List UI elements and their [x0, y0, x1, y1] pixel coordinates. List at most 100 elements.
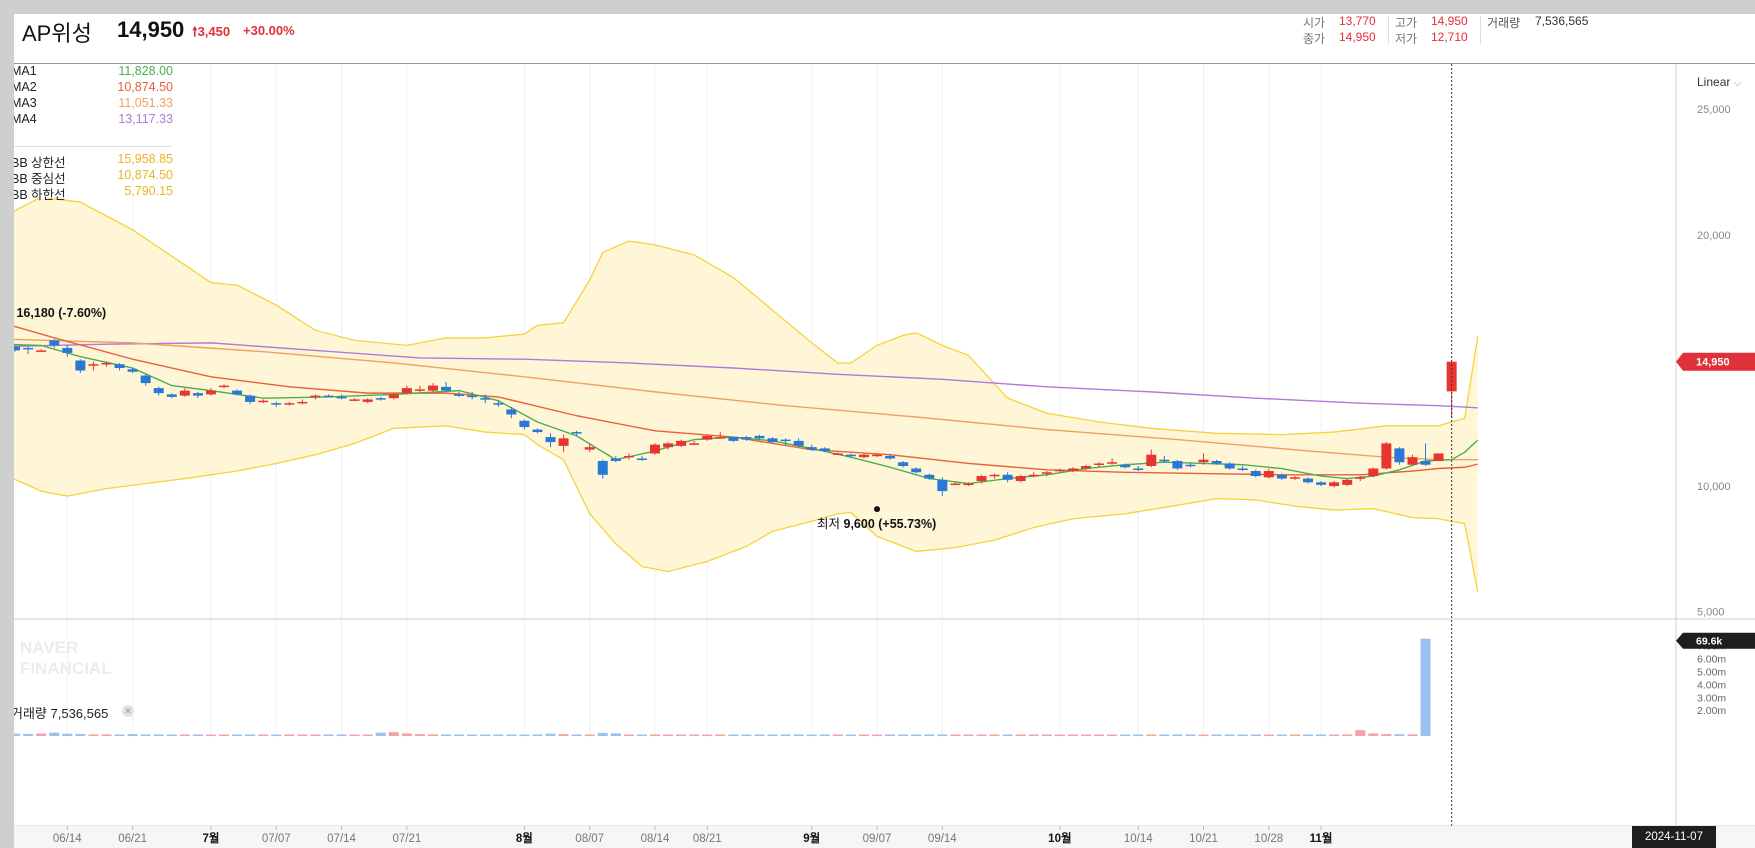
- volume-bar: [1289, 734, 1300, 736]
- legend-ma1[interactable]: MA1 11,828.00: [14, 64, 173, 80]
- last-price-label: 14,950: [1696, 357, 1730, 369]
- close-icon[interactable]: ✕: [122, 705, 134, 717]
- volume-bar: [793, 734, 804, 736]
- candle: [1420, 460, 1431, 465]
- price-change-percent: +30.00%: [243, 23, 295, 38]
- bb-lower-value: 5,790.15: [124, 184, 173, 198]
- open-price: 시가 13,770: [1303, 14, 1383, 31]
- candle: [937, 479, 948, 492]
- legend-ma2[interactable]: MA2 10,874.50: [14, 80, 173, 96]
- divider: [1388, 16, 1389, 44]
- indicator-legend: MA1 11,828.00 MA2 10,874.50 MA3 11,051.33 M…: [14, 64, 180, 202]
- volume-tick-label: 6.00m: [1697, 654, 1726, 666]
- candle: [989, 474, 1000, 477]
- candle: [49, 340, 60, 346]
- bb-lower-label: BB 하한선: [14, 188, 66, 202]
- volume-bar: [480, 734, 491, 736]
- scale-type-label: Linear: [1697, 75, 1731, 89]
- high-value: 14,950: [1431, 14, 1468, 28]
- volume-label: 거래량: [1487, 16, 1521, 30]
- bb-upper-value: 15,958.85: [117, 152, 173, 166]
- legend-bb-upper[interactable]: BB 상한선 15,958.85: [14, 152, 173, 170]
- candle: [36, 350, 47, 352]
- price-tick-label: 10,000: [1697, 481, 1731, 493]
- volume-bar: [1146, 734, 1157, 736]
- volume-bar: [1381, 734, 1392, 736]
- volume-bar: [845, 734, 856, 736]
- time-tick-label: 06/21: [118, 833, 147, 845]
- ma2-value: 10,874.50: [117, 80, 173, 94]
- time-tick-label: 9월: [803, 831, 820, 845]
- volume-bar: [140, 734, 151, 736]
- candle: [427, 385, 438, 391]
- volume-bar: [676, 734, 687, 736]
- volume-bar: [427, 734, 438, 736]
- candle: [284, 403, 295, 405]
- candle: [702, 435, 713, 440]
- candle: [271, 403, 282, 405]
- candle: [963, 483, 974, 486]
- stock-name[interactable]: AP위성: [22, 16, 92, 48]
- volume-bar: [623, 734, 634, 736]
- time-tick-label: 8월: [516, 831, 533, 845]
- candle: [1407, 457, 1418, 465]
- time-tick-label: 7월: [202, 831, 219, 845]
- candle: [75, 360, 86, 371]
- candle: [1263, 471, 1274, 478]
- candle: [898, 462, 909, 466]
- candle: [166, 394, 177, 397]
- volume-bar: [245, 734, 256, 736]
- volume-bar: [362, 734, 373, 736]
- volume-bar: [153, 734, 164, 736]
- time-tick-label: 09/07: [863, 833, 892, 845]
- ma3-label: MA3: [14, 96, 37, 110]
- candle: [819, 448, 830, 451]
- price-tick-label: 5,000: [1697, 607, 1725, 619]
- volume-bar: [493, 734, 504, 736]
- volume-bar: [375, 732, 386, 736]
- volume-bar: [1329, 734, 1340, 736]
- volume-bar: [232, 734, 243, 736]
- volume-bar: [663, 734, 674, 736]
- candle: [192, 393, 203, 396]
- candle: [88, 364, 99, 366]
- ma4-label: MA4: [14, 112, 37, 126]
- candle: [62, 347, 73, 353]
- divider: [1480, 16, 1481, 44]
- time-tick-label: 09/14: [928, 833, 957, 845]
- volume-bar: [1133, 734, 1144, 736]
- volume-bar: [49, 732, 60, 736]
- volume-tick-label: 2.00m: [1697, 705, 1726, 717]
- volume-bar: [1172, 734, 1183, 736]
- volume-bar: [819, 734, 830, 736]
- volume-bar: [1263, 734, 1274, 736]
- volume-bar: [127, 734, 138, 736]
- candle: [545, 437, 556, 443]
- candle: [1159, 459, 1170, 462]
- volume-bar: [963, 734, 974, 736]
- time-tick-label: 06/14: [53, 833, 82, 845]
- volume-bar: [806, 734, 817, 736]
- candle: [1329, 482, 1340, 487]
- legend-bb-mid[interactable]: BB 중심선 10,874.50: [14, 168, 173, 186]
- candle: [219, 385, 230, 388]
- price-chart[interactable]: NAVER FINANCIAL 최고 16,180 (-7.60%) 최저 9,6…: [14, 14, 1755, 848]
- legend-ma3[interactable]: MA3 11,051.33: [14, 96, 173, 112]
- volume-bar: [1394, 734, 1405, 736]
- scale-type-dropdown[interactable]: Linear ⌵: [1697, 75, 1741, 89]
- legend-ma4[interactable]: MA4 13,117.33: [14, 112, 173, 128]
- candle: [806, 447, 817, 450]
- volume-bar: [506, 734, 517, 736]
- volume-bar: [1120, 734, 1131, 736]
- candle: [454, 394, 465, 396]
- volume-bar: [1028, 734, 1039, 736]
- candle: [754, 435, 765, 439]
- candle: [1133, 468, 1144, 471]
- volume-bar: [976, 734, 987, 736]
- candle: [650, 444, 660, 454]
- candle: [767, 438, 778, 443]
- watermark-line-1: NAVER: [20, 638, 78, 657]
- legend-bb-lower[interactable]: BB 하한선 5,790.15: [14, 184, 173, 202]
- candle: [14, 346, 21, 351]
- candle: [584, 447, 595, 450]
